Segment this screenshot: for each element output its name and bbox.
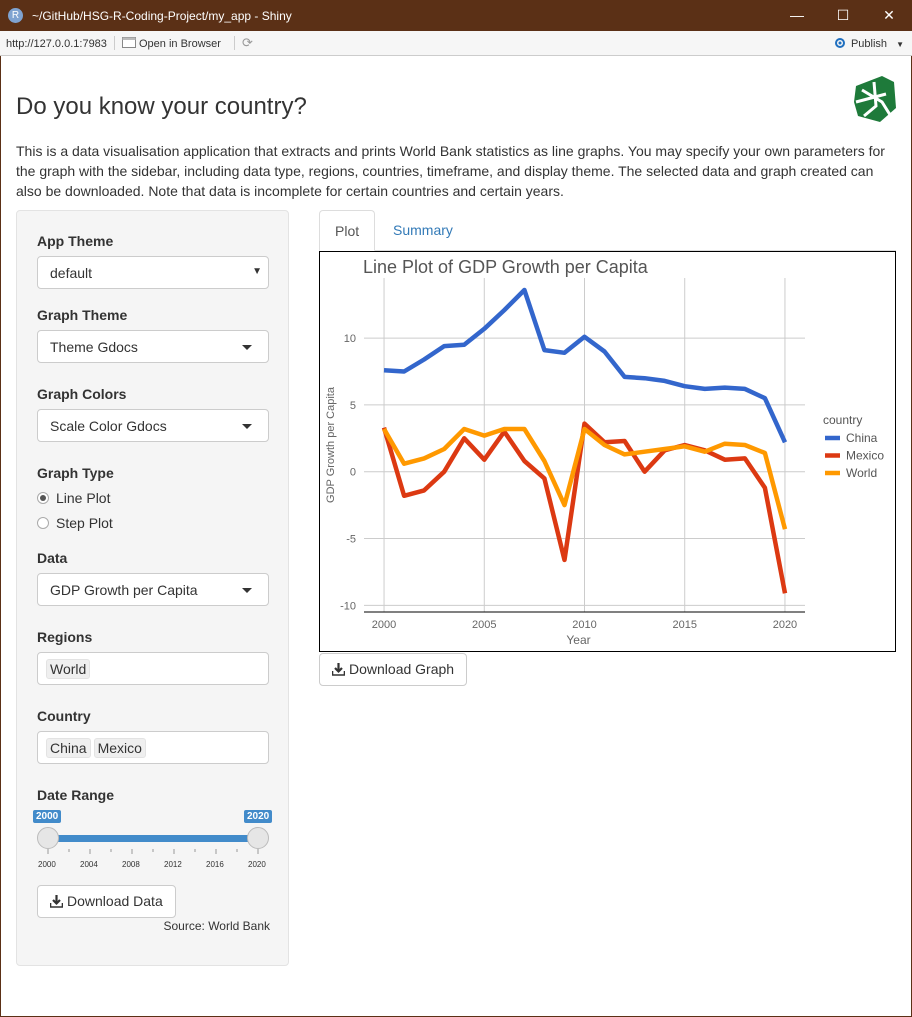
app-theme-select[interactable]: default ▼ [37, 256, 269, 289]
slider-tick-label: 2016 [206, 860, 224, 869]
graph-theme-label: Graph Theme [37, 307, 128, 323]
slider-tick-label: 2020 [248, 860, 266, 869]
publish-label: Publish [850, 38, 888, 50]
app-theme-label: App Theme [37, 233, 114, 249]
y-tick-label: 10 [344, 333, 356, 345]
data-select[interactable]: GDP Growth per Capita [37, 573, 269, 606]
caret-down-icon [242, 345, 252, 350]
regions-input[interactable]: World [37, 652, 269, 685]
graph-colors-select[interactable]: Scale Color Gdocs [37, 409, 269, 442]
slider-tick-label: 2012 [164, 860, 182, 869]
graph-colors-value: Scale Color Gdocs [50, 418, 167, 434]
viewer-toolbar: http://127.0.0.1:7983 Open in Browser ⟳ … [0, 31, 912, 56]
url-text[interactable]: http://127.0.0.1:7983 [6, 38, 107, 50]
close-button[interactable]: ✕ [866, 0, 912, 31]
x-tick-label: 2010 [572, 619, 596, 631]
y-tick-label: 5 [350, 400, 356, 412]
region-tag[interactable]: World [46, 659, 91, 679]
slider-track[interactable] [47, 835, 259, 842]
slider-from-badge: 2000 [33, 810, 62, 823]
graph-colors-label: Graph Colors [37, 386, 127, 402]
chevron-down-icon: ▼ [252, 266, 262, 277]
date-range-slider[interactable]: 2000 2020 2000 2004 2008 2012 2016 2020 [33, 807, 273, 869]
slider-tick-label: 2008 [122, 860, 140, 869]
x-tick-label: 2000 [372, 619, 396, 631]
radio-line-plot[interactable]: Line Plot [37, 490, 110, 506]
download-icon [50, 895, 63, 908]
page-title: Do you know your country? [16, 93, 307, 120]
radio-step-plot-label: Step Plot [56, 515, 113, 531]
graph-theme-value: Theme Gdocs [50, 339, 138, 355]
legend-entry: Mexico [846, 449, 884, 463]
source-note: Source: World Bank [163, 919, 271, 933]
radio-checked-icon [37, 492, 49, 504]
y-axis-label: GDP Growth per Capita [325, 386, 337, 503]
country-label: Country [37, 708, 91, 724]
window-title: ~/GitHub/HSG-R-Coding-Project/my_app - S… [32, 9, 292, 23]
download-icon [332, 663, 345, 676]
tab-summary[interactable]: Summary [378, 210, 468, 251]
sidebar-panel: App Theme default ▼ Graph Theme Theme Gd… [16, 210, 289, 966]
radio-unchecked-icon [37, 517, 49, 529]
caret-down-icon [242, 588, 252, 593]
country-tag[interactable]: Mexico [93, 738, 146, 758]
legend-entry: World [846, 466, 877, 480]
slider-to-badge: 2020 [244, 810, 273, 823]
x-tick-label: 2015 [672, 619, 696, 631]
r-app-icon: R [8, 8, 23, 23]
country-tag[interactable]: China [46, 738, 91, 758]
x-tick-label: 2005 [472, 619, 496, 631]
data-label: Data [37, 550, 68, 566]
caret-down-icon [242, 424, 252, 429]
tab-plot[interactable]: Plot [319, 210, 376, 251]
tab-bar: Plot Summary [319, 210, 896, 251]
download-graph-button[interactable]: Download Graph [319, 653, 468, 686]
regions-label: Regions [37, 629, 93, 645]
slider-handle-from[interactable] [37, 827, 59, 849]
open-in-browser-label: Open in Browser [139, 38, 221, 50]
intro-text: This is a data visualisation application… [16, 143, 885, 199]
plot-panel: -10 -5 0 5 10 2000 2005 2010 2015 2020 Line Plot o… [319, 251, 896, 652]
maximize-button[interactable]: ☐ [820, 0, 866, 31]
browser-window-icon [122, 37, 136, 48]
date-range-label: Date Range [37, 787, 115, 803]
university-logo-icon [854, 76, 896, 122]
slider-handle-to[interactable] [247, 827, 269, 849]
x-tick-label: 2020 [773, 619, 797, 631]
refresh-icon[interactable]: ⟳ [242, 35, 253, 51]
slider-tick-label: 2000 [38, 860, 56, 869]
y-tick-label: -10 [340, 600, 356, 612]
minimize-button[interactable]: — [774, 0, 820, 31]
download-data-label: Download Data [67, 893, 163, 909]
app-theme-value: default [50, 265, 93, 281]
download-data-button[interactable]: Download Data [37, 885, 176, 918]
radio-step-plot[interactable]: Step Plot [37, 515, 113, 531]
open-in-browser-button[interactable]: Open in Browser [122, 37, 221, 50]
data-value: GDP Growth per Capita [50, 582, 198, 598]
y-tick-label: 0 [350, 467, 356, 479]
graph-type-label: Graph Type [37, 465, 114, 481]
legend-title: country [823, 413, 862, 427]
y-tick-label: -5 [346, 534, 356, 546]
window-title-bar: R ~/GitHub/HSG-R-Coding-Project/my_app -… [0, 0, 912, 31]
toolbar-divider [114, 36, 115, 50]
download-graph-label: Download Graph [349, 661, 455, 677]
chart-title: Line Plot of GDP Growth per Capita [363, 257, 649, 277]
toolbar-divider [234, 36, 235, 50]
publish-icon [834, 38, 845, 48]
line-chart: -10 -5 0 5 10 2000 2005 2010 2015 2020 Line Plot o… [325, 257, 884, 647]
legend-entry: China [846, 431, 878, 445]
chevron-down-icon: ▼ [896, 40, 904, 49]
x-axis-label: Year [566, 633, 590, 647]
publish-button[interactable]: Publish ▼ [833, 37, 904, 50]
radio-line-plot-label: Line Plot [56, 490, 111, 506]
slider-tick-label: 2004 [80, 860, 98, 869]
country-input[interactable]: China Mexico [37, 731, 269, 764]
graph-theme-select[interactable]: Theme Gdocs [37, 330, 269, 363]
